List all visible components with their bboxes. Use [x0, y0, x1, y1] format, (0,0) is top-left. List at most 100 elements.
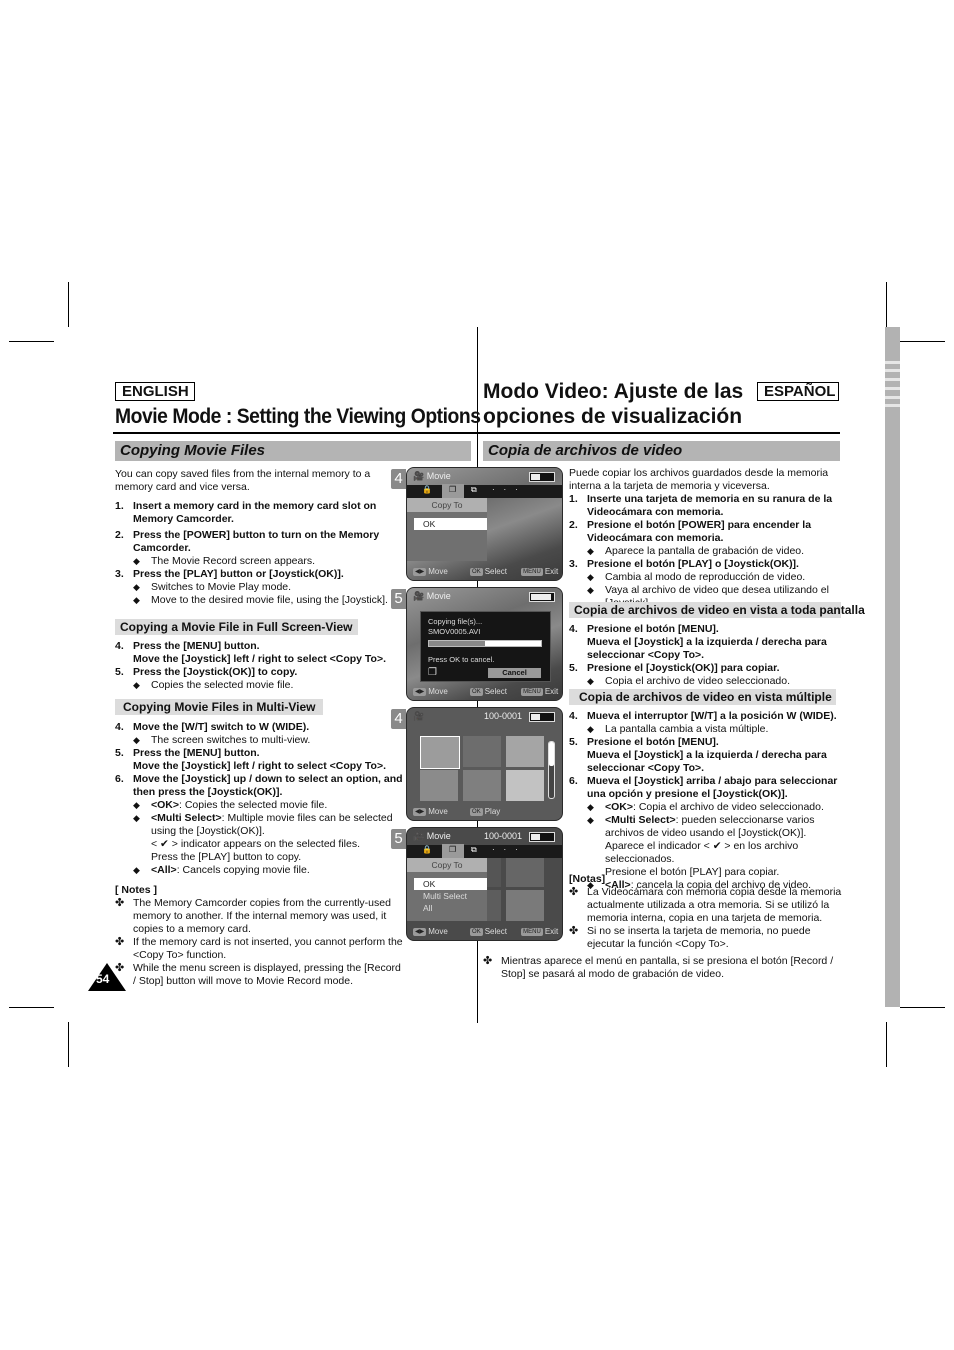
- file-number: 100-0001: [483, 831, 522, 841]
- bullet-continuation: Press the [PLAY] button to copy.: [151, 851, 302, 863]
- copy-icon: ❐: [449, 485, 457, 494]
- screen-footer: ◀▶ Move OK Select MENU Exit: [413, 687, 559, 696]
- crop-mark: [68, 282, 69, 327]
- bullet: ◆ Aparece la pantalla de grabación de vid…: [587, 545, 805, 557]
- step-number-badge: 5: [391, 589, 406, 609]
- screen-footer: ◀▶ Move OK Select MENU Exit: [413, 927, 559, 936]
- page-title-english: Movie Mode : Setting the Viewing Options: [115, 405, 481, 428]
- camcorder-screen-multiview: 🎥 100-0001 ◀▶ Move OK Play: [406, 707, 563, 821]
- thumbnail[interactable]: [463, 770, 501, 801]
- dialog-filename: SMOV0005.AVI: [428, 627, 481, 636]
- camcorder-screen-copy-to-multi: 🎥 Movie 100-0001 🔒 ❐ ⧉ · · · Copy To OK M…: [406, 827, 563, 941]
- bullet: ◆ Switches to Movie Play mode.: [133, 581, 292, 593]
- side-tab-stripe: [885, 387, 900, 390]
- spanish-notes-wide: ✤ Mientras aparece el menú en pantalla, s…: [483, 955, 843, 981]
- menu-icon-bar: 🔒 ❐ ⧉ · · ·: [407, 484, 562, 498]
- notes-title: [ Notes ]: [115, 884, 157, 896]
- screen-footer: ◀▶ Move OK Select MENU Exit: [413, 567, 559, 576]
- copying-dialog: Copying file(s)... SMOV0005.AVI Press OK…: [420, 611, 551, 682]
- menu-option-ok[interactable]: OK: [414, 878, 487, 890]
- subsection-multi-view: Copying Movie Files in Multi-View: [115, 699, 324, 715]
- menu-option-all[interactable]: All: [414, 902, 487, 914]
- language-badge-spanish: ESPAÑOL: [757, 382, 839, 401]
- spanish-body-top: Puede copiar los archivos guardados desd…: [569, 467, 841, 610]
- mode-label: Movie: [426, 471, 451, 481]
- thumbnail[interactable]: [420, 736, 460, 769]
- thumbnail[interactable]: [506, 770, 544, 801]
- step-number-badge: 4: [391, 709, 406, 729]
- crop-mark: [9, 1007, 54, 1008]
- subsection-full-screen: Copying a Movie File in Full Screen-View: [115, 619, 358, 635]
- bullet: ◆ <Multi Select>: Multiple movie files ca…: [133, 812, 393, 837]
- step: 6. Move the [Joystick] up / down to selec…: [115, 773, 403, 798]
- bullet: ◆ <Multi Select>: pueden seleccionarse va…: [587, 814, 815, 839]
- step: 5. Presione el [Joystick(OK)] para copiar…: [569, 662, 780, 674]
- step: 2. Press the [POWER] button to turn on th…: [115, 529, 380, 554]
- subsection-full-screen-es: Copia de archivos de video en vista a to…: [569, 602, 865, 618]
- spanish-notes: [Notas] ✤ La Videocámara con memoria copi…: [569, 873, 843, 951]
- english-sub1-body: 4. Press the [MENU] button. Move the [Joys…: [115, 640, 400, 692]
- mode-label: Movie: [426, 591, 451, 601]
- battery-icon: [529, 712, 555, 722]
- dialog-hint: Press OK to cancel.: [428, 655, 495, 664]
- page-number: 54: [96, 972, 110, 986]
- menu-option-ok[interactable]: OK: [414, 518, 487, 530]
- thumbnail[interactable]: [420, 770, 458, 801]
- lock-icon: 🔒: [422, 485, 432, 494]
- menu-option-multi-select[interactable]: Multi Select: [414, 890, 487, 902]
- crop-mark: [900, 1007, 945, 1008]
- step: 5. Press the [MENU] button. Move the [Joys…: [115, 747, 387, 772]
- step: 5. Presione el botón [MENU]. Mueva el [Joy…: [569, 736, 827, 774]
- camcorder-screen-copy-to: 🎥 Movie 🔒 ❐ ⧉ · · · Copy To OK ◀▶ Move OK…: [406, 467, 563, 581]
- note: ✤ Mientras aparece el menú en pantalla, s…: [483, 955, 834, 980]
- step: 4. Press the [MENU] button. Move the [Joys…: [115, 640, 387, 665]
- menu-title: Copy To: [407, 858, 487, 872]
- bullet-continuation: Aparece el indicador < ✔ > en los archiv…: [605, 840, 799, 865]
- copy-progress-fill: [485, 641, 541, 646]
- crop-mark: [9, 341, 54, 342]
- thumbnail[interactable]: [463, 736, 501, 767]
- bullet: ◆ The Movie Record screen appears.: [133, 555, 315, 567]
- note: ✤ Si no se inserta la tarjeta de memoria,…: [569, 925, 811, 950]
- battery-icon: [529, 472, 555, 482]
- step: 4. Presione el botón [MENU]. Mueva el [Joy…: [569, 623, 827, 661]
- multi-copy-icon: ⧉: [471, 845, 477, 854]
- crop-mark: [68, 1022, 69, 1067]
- copy-to-menu: Copy To OK Multi Select All: [407, 858, 487, 921]
- side-tab: [885, 327, 900, 1007]
- bullet-continuation: < ✔ > indicator appears on the selected …: [151, 838, 361, 850]
- bullet: ◆ <OK>: Copia el archivo de video selecci…: [587, 801, 824, 813]
- step: 1. Insert a memory card in the memory car…: [115, 500, 377, 525]
- intro-text: Puede copiar los archivos guardados desd…: [569, 467, 829, 492]
- movie-mode-icon: 🎥: [413, 711, 425, 721]
- multi-copy-icon: ⧉: [471, 485, 477, 494]
- step-number-badge: 5: [391, 829, 406, 849]
- bullet: ◆ <OK>: Copies the selected movie file.: [133, 799, 328, 811]
- camcorder-screen-copying: 🎥 Movie Copying file(s)... SMOV0005.AVI …: [406, 587, 563, 701]
- thumbnail[interactable]: [506, 736, 544, 767]
- section-header-spanish: Copia de archivos de video: [483, 441, 840, 461]
- subsection-multi-view-es: Copia de archivos de video en vista múlt…: [569, 689, 836, 705]
- section-title: Copia de archivos de video: [488, 442, 683, 459]
- english-body-top: You can copy saved files from the intern…: [115, 468, 395, 607]
- step: 3. Presione el botón [PLAY] o [Joystick(O…: [569, 558, 799, 570]
- menu-icon-bar: 🔒 ❐ ⧉ · · ·: [407, 844, 562, 858]
- title-rule: [478, 432, 840, 434]
- cancel-button[interactable]: Cancel: [488, 668, 541, 678]
- step: 1. Inserte una tarjeta de memoria en su r…: [569, 493, 833, 518]
- step: 6. Mueva el [Joystick] arriba / abajo par…: [569, 775, 838, 800]
- note: ✤ While the menu screen is displayed, pre…: [115, 962, 401, 987]
- note: ✤ The Memory Camcorder copies from the cu…: [115, 897, 391, 935]
- step: 3. Press the [PLAY] button or [Joystick(O…: [115, 568, 344, 580]
- step: 5. Press the [Joystick(OK)] to copy.: [115, 666, 298, 678]
- page-title-spanish-line1: Modo Video: Ajuste de las: [483, 380, 744, 403]
- copy-to-menu: Copy To OK: [407, 498, 487, 561]
- mode-label: Movie: [426, 831, 451, 841]
- crop-mark: [900, 341, 945, 342]
- scrollbar[interactable]: [548, 741, 555, 799]
- bullet: ◆ The screen switches to multi-view.: [133, 734, 311, 746]
- note: ✤ La Videocámara con memoria copia desde …: [569, 886, 842, 924]
- step: 4. Move the [W/T] switch to W (WIDE).: [115, 721, 310, 733]
- note: ✤ If the memory card is not inserted, you…: [115, 936, 403, 961]
- side-tab-stripe: [885, 404, 900, 407]
